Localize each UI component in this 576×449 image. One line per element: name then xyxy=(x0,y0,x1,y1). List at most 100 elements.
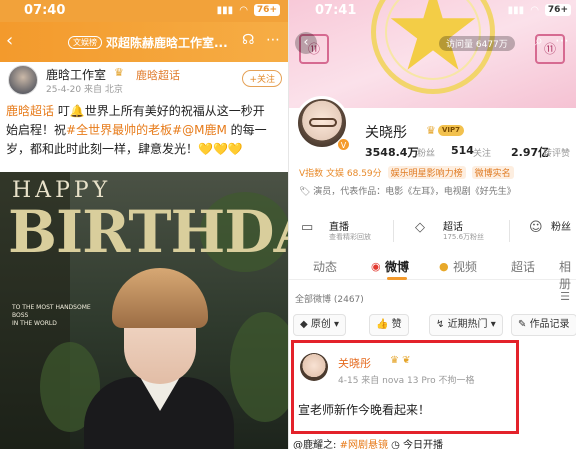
chevron-down-icon: ▾ xyxy=(487,319,496,330)
follow-button[interactable]: +关注 xyxy=(242,70,282,87)
post-text-line2-tail: 的每一 xyxy=(226,123,267,137)
post-meta: 25-4-20 来自 北京 xyxy=(46,85,123,95)
divider xyxy=(393,220,394,242)
tile-live-title[interactable]: 直播 xyxy=(329,218,349,233)
filter-original-label: 原创 xyxy=(310,319,331,330)
post-author-name[interactable]: 关晓彤 xyxy=(338,355,371,371)
crown-icon: ♛ xyxy=(114,66,124,79)
wifi-icon: ◠ xyxy=(239,4,248,16)
following-label: 关注 xyxy=(473,149,492,159)
repost-tail: 今日开播 xyxy=(399,440,444,449)
hashtag-link[interactable]: #网剧悬镜 xyxy=(340,440,388,449)
image-subtitle: TO THE MOST HANDSOME BOSS IN THE WORLD xyxy=(12,304,102,328)
right-screenshot: ⑪ ⑪ 07:41 ▮▮▮ ◠ 76+ ‹ 访问量 6477万 ⌕ ⋯ V 关晓… xyxy=(288,0,576,449)
more-icon[interactable]: ⋯ xyxy=(266,32,280,48)
profile-stats: 3548.4万 粉丝 514 关注 2.97亿 转评赞 xyxy=(289,142,576,162)
supertopic-link[interactable]: 鹿晗超话 xyxy=(136,67,180,83)
header-tag: 文娱榜 xyxy=(68,36,102,49)
foliage xyxy=(230,312,288,422)
filter-icon[interactable]: ☰ xyxy=(560,290,570,303)
divider xyxy=(509,220,510,242)
visitor-count: 访问量 6477万 xyxy=(439,36,515,51)
video-icon: ● xyxy=(439,260,449,273)
live-icon: ▭ xyxy=(301,220,314,235)
highlighted-post-card[interactable]: 关晓彤 ♛ ❦ 4-15 来自 nova 13 Pro 不拘一格 宣老师新作今晚… xyxy=(291,340,519,434)
more-icon[interactable]: ⋯ xyxy=(555,33,569,49)
tile-supertopic-title[interactable]: 超话 xyxy=(443,218,463,233)
trending-icon: ↯ xyxy=(436,319,448,330)
ranking-tag[interactable]: 娱乐明星影响力榜 xyxy=(387,166,466,179)
status-time: 07:40 xyxy=(24,3,66,18)
repost-author[interactable]: @鹿耀之: xyxy=(293,440,336,449)
post-text-line1: 叮🔔世界上所有美好的祝福从这一秒开 xyxy=(54,104,265,118)
post-meta: 4-15 来自 nova 13 Pro 不拘一格 xyxy=(338,376,475,386)
tile-supertopic-sub: 175.6万粉丝 xyxy=(443,233,485,241)
battery-indicator: 76+ xyxy=(253,4,280,16)
headset-icon[interactable]: ☊ xyxy=(242,32,254,48)
glasses xyxy=(309,118,337,127)
likes-label: 转评赞 xyxy=(543,149,571,159)
profile-tabs: 动态 ◉ 微博 ● 视频 超话 相册 xyxy=(289,252,576,291)
chevron-down-icon: ▾ xyxy=(330,319,340,330)
image-subtitle-line2: IN THE WORLD xyxy=(12,320,57,327)
profile-name: 关晓彤 xyxy=(365,125,407,141)
signal-icon: ▮▮▮ xyxy=(216,4,234,16)
filter-chips: ◆ 原创 ▾ 👍 赞 ↯ 近期热门 ▾ ✎ 作品记录 xyxy=(289,312,576,338)
filter-works[interactable]: ✎ 作品记录 xyxy=(511,314,576,336)
status-time: 07:41 xyxy=(315,3,357,18)
filter-works-label: 作品记录 xyxy=(529,319,570,330)
fans-count[interactable]: 3548.4万 xyxy=(365,144,418,160)
tab-supertopic[interactable]: 超话 xyxy=(511,258,535,275)
crown-icon: ♛ xyxy=(426,124,436,137)
avatar[interactable] xyxy=(8,65,38,95)
fans-icon: ☺ xyxy=(529,220,543,235)
following-count[interactable]: 514 xyxy=(451,144,474,157)
clock-icon: ◷ xyxy=(391,440,400,449)
left-screenshot: 07:40 ▮▮▮ ◠ 76+ ‹ 文娱榜 邓超陈赫鹿晗工作室... ☊ ⋯ 鹿… xyxy=(0,0,288,449)
tile-live-sub: 查看精彩回放 xyxy=(329,233,371,241)
filter-trending[interactable]: ↯ 近期热门 ▾ xyxy=(429,314,503,336)
author-name[interactable]: 鹿晗工作室 xyxy=(46,66,106,83)
back-icon[interactable]: ‹ xyxy=(6,31,13,51)
avatar[interactable] xyxy=(300,353,328,381)
works-icon: ✎ xyxy=(518,319,530,330)
supertopic-hashtag[interactable]: 鹿晗超话 xyxy=(6,104,54,118)
v-index[interactable]: V指数 文娱 68.59分 xyxy=(299,166,382,179)
profile-bio: 🏷 演员，代表作品：电影《左耳》，电视剧《好先生》 xyxy=(299,187,516,197)
filter-liked[interactable]: 👍 赞 xyxy=(369,314,409,336)
post-text-line3: 岁，都和此时此刻一样，肆意发光！💛💛💛 xyxy=(6,142,243,156)
filter-trending-label: 近期热门 xyxy=(447,319,488,330)
status-icons: ▮▮▮ ◠ 76+ xyxy=(217,4,280,16)
badge-icons: ♛ ❦ xyxy=(390,355,411,366)
image-subtitle-line1: TO THE MOST HANDSOME BOSS xyxy=(12,304,91,319)
post-author: 鹿晗工作室 ♛ 鹿晗超话 25-4-20 来自 北京 +关注 xyxy=(0,62,288,98)
hashtag-link[interactable]: #全世界最帅的老板#@M鹿M xyxy=(66,123,227,137)
filter-original[interactable]: ◆ 原创 ▾ xyxy=(293,314,347,336)
person-hair xyxy=(112,268,208,328)
supertopic-icon: ◇ xyxy=(415,220,425,235)
tab-video[interactable]: 视频 xyxy=(453,258,477,275)
image-text-birthday: BIRTHDAY xyxy=(8,198,288,266)
tab-album[interactable]: 相册 xyxy=(559,258,576,292)
influence-row: V指数 文娱 68.59分 娱乐明星影响力榜 微博实名 xyxy=(299,166,514,179)
vip-badge[interactable]: VIP7 xyxy=(438,125,465,136)
tab-feed[interactable]: 动态 xyxy=(313,258,337,275)
post-text: 宣老师新作今晚看起来！ xyxy=(298,403,431,417)
page-header: ‹ 文娱榜 邓超陈赫鹿晗工作室... ☊ ⋯ xyxy=(0,22,288,62)
fans-label: 粉丝 xyxy=(417,149,436,159)
filter-original-icon: ◆ xyxy=(300,319,311,330)
back-icon[interactable]: ‹ xyxy=(295,32,317,54)
post-image[interactable]: HAPPY BIRTHDAY TO THE MOST HANDSOME BOSS… xyxy=(0,172,288,449)
wifi-icon: ◠ xyxy=(530,4,539,16)
post-text-line2: 始启程！祝 xyxy=(6,123,67,137)
status-icons: ▮▮▮ ◠ 76+ xyxy=(508,4,571,16)
tile-fans-title[interactable]: 粉丝 xyxy=(551,218,571,233)
search-icon[interactable]: ⌕ xyxy=(535,33,543,49)
verified-tag[interactable]: 微博实名 xyxy=(471,166,514,179)
active-tab-indicator xyxy=(387,277,407,280)
profile-cover[interactable]: ⑪ ⑪ 07:41 ▮▮▮ ◠ 76+ ‹ 访问量 6477万 ⌕ ⋯ xyxy=(289,0,576,108)
repost-preview[interactable]: @鹿耀之: #网剧悬镜 ◷ 今日开播 xyxy=(293,436,443,449)
weibo-icon: ◉ xyxy=(371,260,381,273)
tab-weibo[interactable]: 微博 xyxy=(385,258,409,275)
signal-icon: ▮▮▮ xyxy=(507,4,525,16)
